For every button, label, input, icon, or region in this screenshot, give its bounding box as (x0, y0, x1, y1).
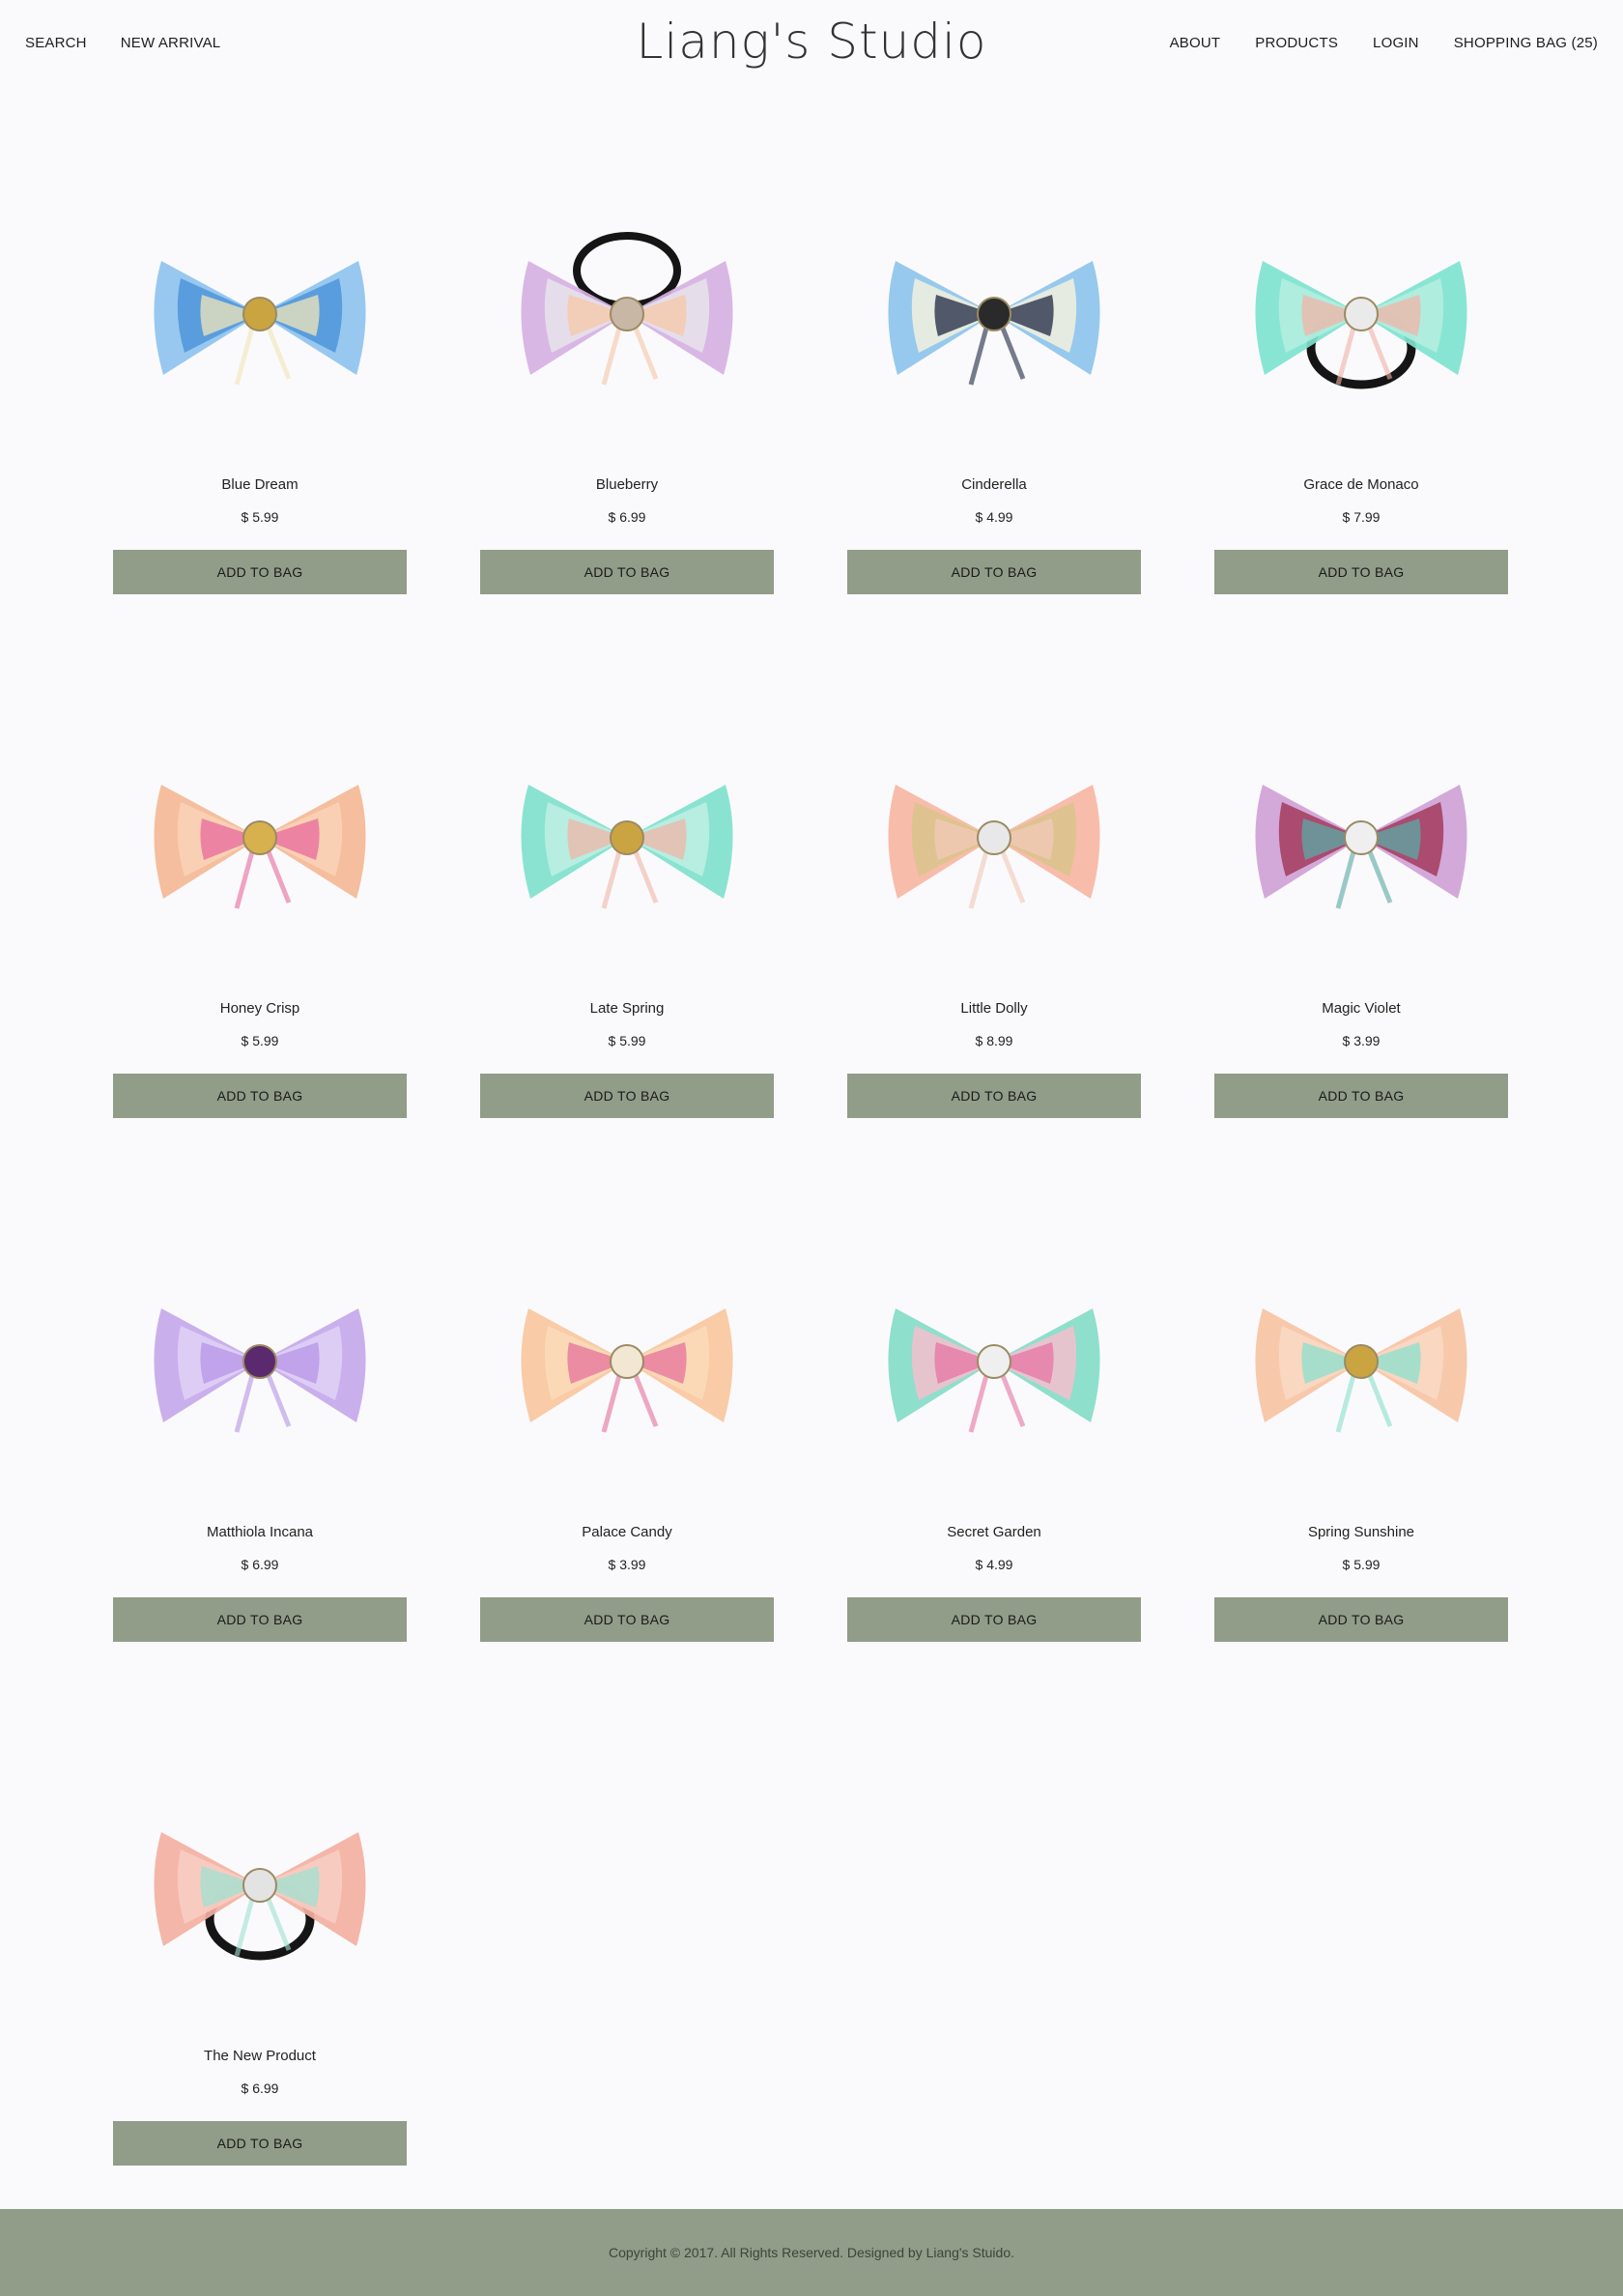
product-price: $ 5.99 (608, 1033, 646, 1048)
nav-products[interactable]: PRODUCTS (1255, 35, 1338, 51)
product-image[interactable] (480, 678, 774, 997)
add-to-bag-button[interactable]: ADD TO BAG (480, 550, 774, 594)
nav-about[interactable]: ABOUT (1170, 35, 1221, 51)
product-name[interactable]: Magic Violet (1214, 1000, 1508, 1017)
product-price: $ 3.99 (1342, 1033, 1381, 1048)
add-to-bag-button[interactable]: ADD TO BAG (847, 1074, 1141, 1118)
product-price: $ 5.99 (241, 509, 279, 525)
product-image[interactable] (1214, 155, 1508, 474)
product-grid: Blue Dream $ 5.99 ADD TO BAG Blueberry $ 6.9… (113, 155, 1510, 2166)
add-to-bag-button[interactable]: ADD TO BAG (113, 2121, 407, 2166)
product-card: Cinderella $ 4.99 ADD TO BAG (847, 155, 1141, 594)
nav-shopping-bag[interactable]: SHOPPING BAG (25) (1454, 35, 1598, 51)
product-card: Blue Dream $ 5.99 ADD TO BAG (113, 155, 407, 594)
add-to-bag-button[interactable]: ADD TO BAG (1214, 1074, 1508, 1118)
product-price: $ 6.99 (608, 509, 646, 525)
product-name[interactable]: Blueberry (480, 476, 774, 493)
product-card: Secret Garden $ 4.99 ADD TO BAG (847, 1202, 1141, 1642)
product-name[interactable]: Matthiola Incana (113, 1524, 407, 1540)
add-to-bag-button[interactable]: ADD TO BAG (1214, 1597, 1508, 1642)
product-name[interactable]: Secret Garden (847, 1524, 1141, 1540)
product-image[interactable] (1214, 1202, 1508, 1521)
product-name[interactable]: Little Dolly (847, 1000, 1141, 1017)
product-card: Grace de Monaco $ 7.99 ADD TO BAG (1214, 155, 1508, 594)
add-to-bag-button[interactable]: ADD TO BAG (1214, 550, 1508, 594)
product-card: The New Product $ 6.99 ADD TO BAG (113, 1726, 407, 2166)
product-price: $ 4.99 (975, 1557, 1013, 1572)
product-card: Magic Violet $ 3.99 ADD TO BAG (1214, 678, 1508, 1118)
add-to-bag-button[interactable]: ADD TO BAG (480, 1597, 774, 1642)
nav-login[interactable]: LOGIN (1373, 35, 1419, 51)
product-image[interactable] (113, 1726, 407, 2045)
product-price: $ 4.99 (975, 509, 1013, 525)
product-price: $ 3.99 (608, 1557, 646, 1572)
add-to-bag-button[interactable]: ADD TO BAG (847, 1597, 1141, 1642)
product-price: $ 5.99 (1342, 1557, 1381, 1572)
product-card: Matthiola Incana $ 6.99 ADD TO BAG (113, 1202, 407, 1642)
product-image[interactable] (847, 155, 1141, 474)
product-card: Palace Candy $ 3.99 ADD TO BAG (480, 1202, 774, 1642)
product-name[interactable]: Blue Dream (113, 476, 407, 493)
product-price: $ 7.99 (1342, 509, 1381, 525)
product-price: $ 6.99 (241, 2081, 279, 2096)
product-image[interactable] (847, 678, 1141, 997)
product-name[interactable]: The New Product (113, 2048, 407, 2064)
product-image[interactable] (847, 1202, 1141, 1521)
product-card: Little Dolly $ 8.99 ADD TO BAG (847, 678, 1141, 1118)
product-image[interactable] (113, 678, 407, 997)
product-name[interactable]: Cinderella (847, 476, 1141, 493)
nav-right: ABOUT PRODUCTS LOGIN SHOPPING BAG (25) (1135, 35, 1598, 51)
add-to-bag-button[interactable]: ADD TO BAG (113, 550, 407, 594)
add-to-bag-button[interactable]: ADD TO BAG (113, 1597, 407, 1642)
product-price: $ 5.99 (241, 1033, 279, 1048)
product-card: Blueberry $ 6.99 ADD TO BAG (480, 155, 774, 594)
product-name[interactable]: Grace de Monaco (1214, 476, 1508, 493)
product-name[interactable]: Spring Sunshine (1214, 1524, 1508, 1540)
product-price: $ 6.99 (241, 1557, 279, 1572)
product-price: $ 8.99 (975, 1033, 1013, 1048)
add-to-bag-button[interactable]: ADD TO BAG (113, 1074, 407, 1118)
product-image[interactable] (480, 155, 774, 474)
copyright-text: Copyright © 2017. All Rights Reserved. D… (609, 2245, 1014, 2260)
site-footer: Copyright © 2017. All Rights Reserved. D… (0, 2209, 1623, 2296)
product-name[interactable]: Honey Crisp (113, 1000, 407, 1017)
product-image[interactable] (1214, 678, 1508, 997)
add-to-bag-button[interactable]: ADD TO BAG (480, 1074, 774, 1118)
product-card: Late Spring $ 5.99 ADD TO BAG (480, 678, 774, 1118)
product-card: Spring Sunshine $ 5.99 ADD TO BAG (1214, 1202, 1508, 1642)
product-name[interactable]: Palace Candy (480, 1524, 774, 1540)
site-header: SEARCH NEW ARRIVAL Liang's Studio ABOUT … (0, 0, 1623, 97)
add-to-bag-button[interactable]: ADD TO BAG (847, 550, 1141, 594)
product-name[interactable]: Late Spring (480, 1000, 774, 1017)
product-image[interactable] (480, 1202, 774, 1521)
product-image[interactable] (113, 155, 407, 474)
product-image[interactable] (113, 1202, 407, 1521)
product-card: Honey Crisp $ 5.99 ADD TO BAG (113, 678, 407, 1118)
